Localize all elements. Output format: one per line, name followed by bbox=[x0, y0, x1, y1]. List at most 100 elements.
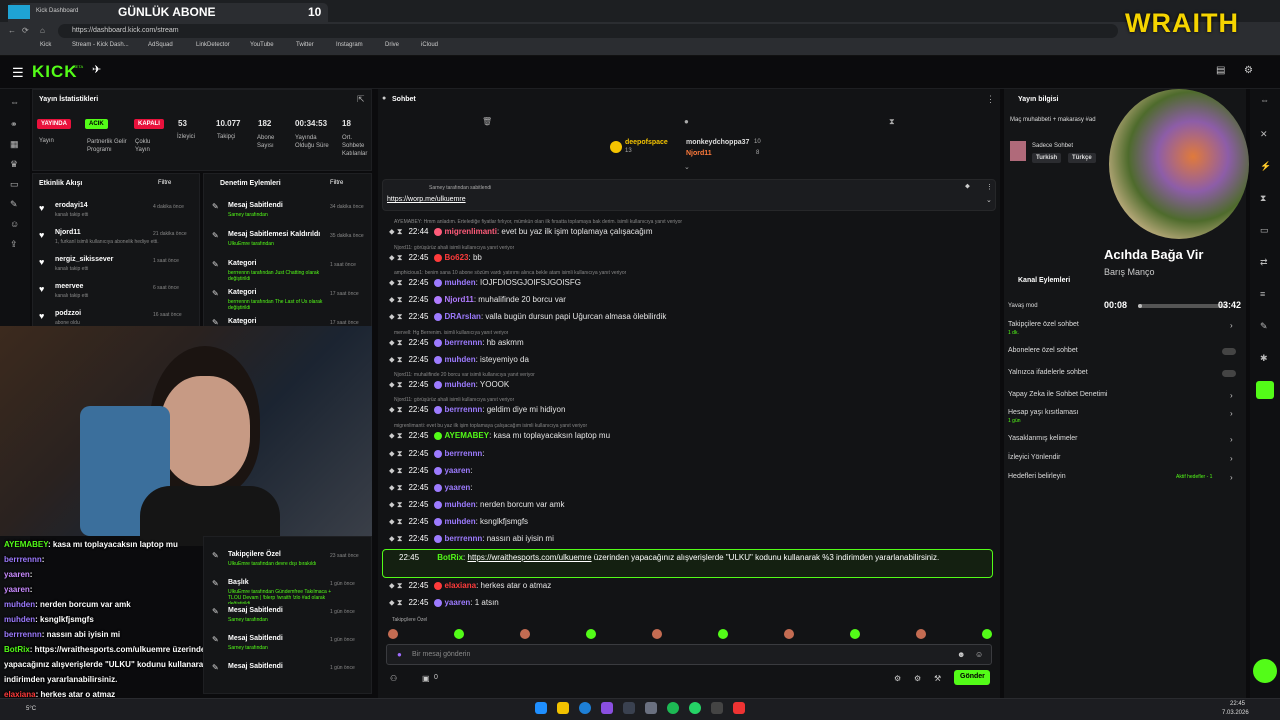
chat-message[interactable]: ⬥ ⧗ 22:45 yaaren: bbox=[389, 483, 473, 493]
close-icon[interactable]: ✕ bbox=[1260, 129, 1268, 140]
chat-message[interactable]: ⬥ ⧗ 22:45 berrrennn: bbox=[389, 449, 485, 459]
chat-message[interactable]: ⬥ ⧗ 22:45 berrrennn: geldim diye mi hidiyo… bbox=[389, 405, 565, 415]
pin-action-icon[interactable]: ⬥ ⧗ bbox=[389, 431, 402, 440]
browser-tab[interactable]: Kick Dashboard GÜNLÜK ABONE 10 bbox=[8, 3, 328, 22]
popout-icon[interactable]: ⇱ bbox=[357, 94, 365, 105]
pin-action-icon[interactable]: ⬥ ⧗ bbox=[389, 338, 402, 347]
channel-action-item[interactable]: Hedefleri belirleyin Aktif hedefler - 1 › bbox=[1008, 473, 1240, 491]
refresh-icon[interactable]: ⟳ bbox=[22, 26, 29, 35]
chat-username[interactable]: yaaren bbox=[444, 466, 470, 475]
edge-icon[interactable] bbox=[579, 702, 591, 714]
pin-action-icon[interactable]: ⬥ ⧗ bbox=[389, 483, 402, 492]
pin-action-icon[interactable]: ⬥ ⧗ bbox=[389, 534, 402, 543]
chat-username[interactable]: yaaren bbox=[444, 598, 470, 607]
pin-action-icon[interactable]: ⬥ ⧗ bbox=[389, 312, 402, 321]
chat-message[interactable]: ⬥ ⧗ 22:45 AYEMABEY: kasa mı toplayacaksın … bbox=[389, 431, 610, 441]
tag[interactable]: Turkish bbox=[1032, 153, 1062, 163]
app-icon[interactable] bbox=[711, 702, 723, 714]
send-button[interactable]: Gönder bbox=[954, 670, 990, 685]
activity-user[interactable]: podzzoi bbox=[55, 310, 81, 317]
emote-icon[interactable] bbox=[982, 629, 992, 639]
top-gifter-2[interactable]: monkeydchoppa37 bbox=[686, 139, 749, 146]
channel-action-item[interactable]: Yalnızca ifadelerle sohbet bbox=[1008, 369, 1240, 387]
pinned-message[interactable]: Sarney tarafından sabitlendi https://wor… bbox=[382, 179, 996, 211]
pin-action-icon[interactable]: ⬥ ⧗ bbox=[389, 405, 402, 414]
pin-icon[interactable]: ✈ bbox=[92, 63, 101, 76]
category-thumbnail[interactable] bbox=[1010, 141, 1026, 161]
moderation-filter[interactable]: Filtre bbox=[330, 180, 343, 186]
timer-icon[interactable]: ⧗ bbox=[1260, 193, 1266, 204]
activity-item[interactable]: ♥ erodayi14 kanalı takip etti 4 dakika önce bbox=[33, 200, 199, 226]
bookmark-drive[interactable]: Drive bbox=[385, 42, 399, 48]
url-text[interactable]: https://dashboard.kick.com/stream bbox=[72, 27, 179, 34]
chat-username[interactable]: berrrennn bbox=[444, 449, 482, 458]
chat-message[interactable]: ⬥ ⧗ 22:45 Bo623: bb bbox=[389, 253, 482, 263]
pin-action-icon[interactable]: ⬥ ⧗ bbox=[389, 253, 402, 262]
chat-username[interactable]: muhden bbox=[444, 380, 475, 389]
address-bar[interactable]: ← ⟳ ⌂ https://dashboard.kick.com/stream bbox=[0, 22, 1280, 40]
toggle-switch[interactable] bbox=[1222, 348, 1236, 355]
chat-username[interactable]: berrrennn bbox=[444, 338, 482, 347]
chat-menu-icon[interactable]: ⋮ bbox=[986, 94, 995, 105]
gift-icon[interactable]: ▣ bbox=[422, 674, 430, 683]
bookmark-youtube[interactable]: YouTube bbox=[250, 42, 274, 48]
bookmark-instagram[interactable]: Instagram bbox=[336, 42, 363, 48]
emote-icon[interactable] bbox=[652, 629, 662, 639]
channel-action-item[interactable]: İzleyici Yönlendir › bbox=[1008, 454, 1240, 472]
toggle-switch[interactable] bbox=[1222, 370, 1236, 377]
pin-action-icon[interactable]: ⬥ ⧗ bbox=[389, 227, 402, 236]
chat-message[interactable]: ⬥ ⧗ 22:45 yaaren: 1 atsın bbox=[389, 598, 499, 608]
moderation-item[interactable]: ✎ Kategori berrrennn tarafından The Last o… bbox=[204, 287, 372, 315]
chat-username[interactable]: berrrennn bbox=[444, 405, 482, 414]
chat-username[interactable]: muhden bbox=[444, 517, 475, 526]
emote-icon[interactable] bbox=[916, 629, 926, 639]
gear-icon[interactable]: ⚙ bbox=[914, 674, 921, 683]
emote-icon[interactable] bbox=[388, 629, 398, 639]
emote-icon[interactable] bbox=[520, 629, 530, 639]
layout-icon[interactable]: ▤ bbox=[1216, 65, 1225, 76]
pin-action-icon[interactable]: ⬥ ⧗ bbox=[389, 449, 402, 458]
activity-filter[interactable]: Filtre bbox=[158, 180, 171, 186]
emoji-icon[interactable]: ☺ bbox=[975, 650, 983, 659]
moderation-item[interactable]: ✎ Başlık UlkuEmre tarafından Gündemfree Ta… bbox=[204, 577, 372, 604]
tool-icon[interactable]: ✎ bbox=[10, 199, 18, 210]
home-icon[interactable]: ⌂ bbox=[40, 26, 45, 35]
chat-username[interactable]: muhden bbox=[444, 500, 475, 509]
chrome-icon[interactable] bbox=[733, 702, 745, 714]
chat-message[interactable]: ⬥ ⧗ 22:45 muhden: ksnglkfjsmgfs bbox=[389, 517, 528, 527]
chat-message[interactable]: ⬥ ⧗ 22:45 berrrennn: nassın abi iyisin mi bbox=[389, 534, 554, 544]
moderation-item[interactable]: ✎ Mesaj Sabitlendi 1 gün önce bbox=[204, 661, 372, 688]
whatsapp-icon[interactable] bbox=[689, 702, 701, 714]
moderation-item[interactable]: ✎ Kategori berrrennn tarafından Just Chatt… bbox=[204, 258, 372, 286]
pinned-link[interactable]: https://worp.me/ulkuemre bbox=[387, 196, 466, 203]
people-icon[interactable]: ☺ bbox=[10, 219, 19, 229]
activity-user[interactable]: erodayi14 bbox=[55, 202, 88, 209]
emote-icon[interactable] bbox=[586, 629, 596, 639]
chat-message[interactable]: ⬥ ⧗ 22:45 muhden: YOOOK bbox=[389, 380, 509, 390]
collapse-icon[interactable]: ⇔ bbox=[10, 97, 19, 107]
spotify-icon[interactable] bbox=[667, 702, 679, 714]
chat-username[interactable]: elaxiana bbox=[444, 581, 476, 590]
back-icon[interactable]: ← bbox=[8, 26, 16, 35]
channel-action-item[interactable]: Hesap yaşı kısıtlaması 1 gün › bbox=[1008, 409, 1240, 427]
expand-icon[interactable]: ⌄ bbox=[986, 196, 992, 204]
channel-action-item[interactable]: Yasaklanmış kelimeler › bbox=[1008, 435, 1240, 453]
grid-icon[interactable]: ▦ bbox=[10, 139, 19, 150]
chat-message[interactable]: ⬥ ⧗ 22:44 migrenlimanti: evet bu yaz ilk i… bbox=[389, 227, 653, 237]
emote-picker-icon[interactable]: ☻ bbox=[957, 650, 965, 659]
activity-item[interactable]: ♥ nergiz_sikissever kanalı takip etti 1 saa… bbox=[33, 254, 199, 280]
pin-action-icon[interactable]: ⬥ ⧗ bbox=[389, 380, 402, 389]
chat-message[interactable]: ⬥ ⧗ 22:45 muhden: nerden borcum var amk bbox=[389, 500, 565, 510]
share-icon[interactable]: ⇄ bbox=[1260, 257, 1268, 268]
bookmark-adsquad[interactable]: AdSquad bbox=[148, 42, 173, 48]
hub-icon[interactable]: ✱ bbox=[1260, 353, 1268, 364]
moderation-item[interactable]: ✎ Mesaj Sabitlemesi Kaldırıldı UlkuEmre ta… bbox=[204, 229, 372, 257]
steam-icon[interactable] bbox=[623, 702, 635, 714]
activity-item[interactable]: ♥ Njord11 1, furkanl isimli kullanıcıya ab… bbox=[33, 227, 199, 253]
wrench-icon[interactable]: ✎ bbox=[1260, 321, 1268, 332]
activity-user[interactable]: nergiz_sikissever bbox=[55, 256, 113, 263]
settings-icon[interactable]: ⚙ bbox=[1244, 65, 1253, 76]
link-icon[interactable]: ⚭ bbox=[10, 119, 18, 130]
pin-action-icon[interactable]: ⬥ ⧗ bbox=[389, 355, 402, 364]
chat-username[interactable]: yaaren bbox=[444, 483, 470, 492]
